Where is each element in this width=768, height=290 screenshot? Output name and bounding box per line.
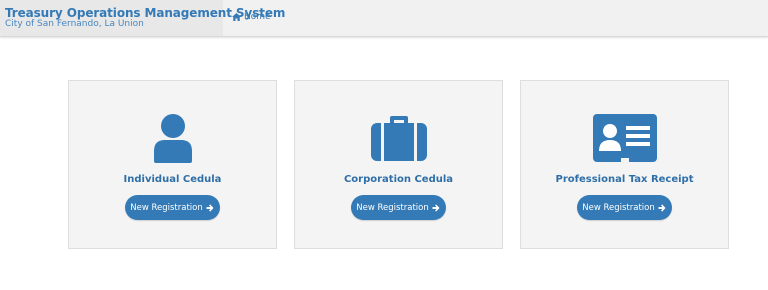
card-title: Corporation Cedula (343, 174, 454, 185)
nav-home-link[interactable]: Home (232, 12, 271, 22)
card-title: Individual Cedula (123, 174, 222, 185)
arrow-right-icon (432, 204, 440, 211)
button-label: New Registration (582, 202, 655, 213)
card-professional-tax-receipt: Professional Tax Receipt New Registratio… (520, 80, 729, 249)
arrow-right-icon (206, 204, 214, 211)
user-icon (153, 114, 192, 163)
card-title: Professional Tax Receipt (555, 174, 694, 185)
new-registration-button-individual-cedula[interactable]: New Registration (124, 195, 220, 220)
id-card-icon (592, 114, 657, 162)
button-label: New Registration (356, 202, 429, 213)
home-icon (232, 13, 241, 21)
button-label: New Registration (130, 202, 203, 213)
nav-home-label: Home (244, 12, 271, 22)
app-subtitle: City of San Fernando, La Union (5, 19, 144, 29)
new-registration-button-corporation-cedula[interactable]: New Registration (350, 195, 446, 220)
card-individual-cedula: Individual Cedula New Registration (68, 80, 277, 249)
arrow-right-icon (658, 204, 666, 211)
briefcase-icon (370, 116, 427, 161)
new-registration-button-professional-tax-receipt[interactable]: New Registration (576, 195, 672, 220)
top-navbar: Treasury Operations Management System Ci… (0, 0, 768, 37)
card-corporation-cedula: Corporation Cedula New Registration (294, 80, 503, 249)
brand[interactable]: Treasury Operations Management System Ci… (0, 0, 285, 36)
